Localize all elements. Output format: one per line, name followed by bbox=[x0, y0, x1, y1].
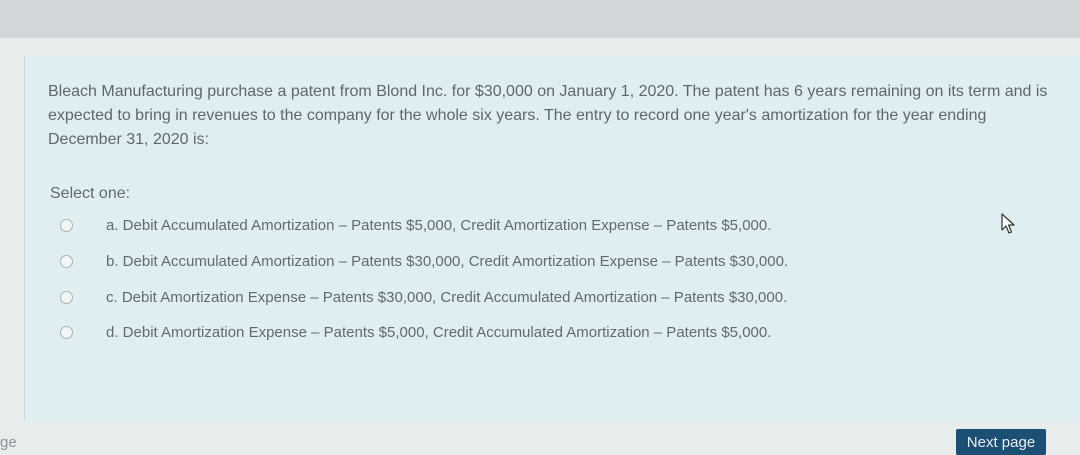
top-band bbox=[0, 0, 1080, 38]
option-b-label: b. Debit Accumulated Amortization – Pate… bbox=[106, 252, 789, 270]
radio-c[interactable] bbox=[60, 290, 73, 304]
radio-a[interactable] bbox=[60, 218, 73, 232]
option-b[interactable]: b. Debit Accumulated Amortization – Pate… bbox=[60, 250, 960, 272]
option-d-label: d. Debit Amortization Expense – Patents … bbox=[106, 323, 772, 341]
radio-b[interactable] bbox=[60, 254, 73, 268]
option-d[interactable]: d. Debit Amortization Expense – Patents … bbox=[60, 321, 960, 343]
option-a[interactable]: a. Debit Accumulated Amortization – Pate… bbox=[60, 214, 960, 236]
option-c[interactable]: c. Debit Amortization Expense – Patents … bbox=[60, 286, 960, 308]
select-one-prompt: Select one: bbox=[50, 185, 131, 202]
mouse-pointer-icon bbox=[1001, 213, 1015, 234]
option-c-label: c. Debit Amortization Expense – Patents … bbox=[106, 288, 788, 306]
side-text-fragment: ge bbox=[0, 434, 17, 451]
option-a-label: a. Debit Accumulated Amortization – Pate… bbox=[106, 216, 772, 234]
question-text: Bleach Manufacturing purchase a patent f… bbox=[48, 83, 1048, 148]
radio-d[interactable] bbox=[60, 325, 73, 339]
next-page-button[interactable]: Next page bbox=[956, 429, 1046, 455]
